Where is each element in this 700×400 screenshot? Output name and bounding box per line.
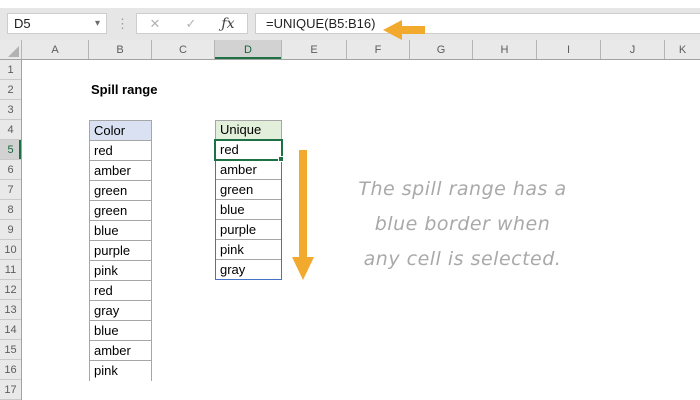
row-header-17[interactable]: 17 — [0, 380, 21, 400]
row-header-9[interactable]: 9 — [0, 220, 21, 240]
formula-input[interactable]: =UNIQUE(B5:B16) — [255, 13, 700, 34]
formula-pointer-arrow-shaft — [401, 26, 425, 34]
row-header-4[interactable]: 4 — [0, 120, 21, 140]
cell-b2-title[interactable]: Spill range — [91, 80, 157, 100]
spill-table-header-cell[interactable]: Unique — [215, 120, 282, 140]
cell-b8[interactable]: green — [90, 201, 151, 221]
cell-d8[interactable]: blue — [215, 200, 282, 220]
row-header-6[interactable]: 6 — [0, 160, 21, 180]
cell-b11[interactable]: pink — [90, 261, 151, 281]
row-header-16[interactable]: 16 — [0, 360, 21, 380]
cell-b10[interactable]: purple — [90, 241, 151, 261]
row-header-11[interactable]: 11 — [0, 260, 21, 280]
cell-b7[interactable]: green — [90, 181, 151, 201]
annotation-line-3: any cell is selected. — [363, 248, 562, 270]
column-header-j[interactable]: J — [601, 40, 665, 59]
spill-arrow-shaft — [299, 150, 307, 258]
column-header-row: A B C D E F G H I J K — [0, 40, 700, 60]
row-header-7[interactable]: 7 — [0, 180, 21, 200]
formula-pointer-arrow-icon — [383, 20, 402, 40]
annotation-note: The spill range has a blue border when a… — [345, 172, 580, 277]
row-header-14[interactable]: 14 — [0, 320, 21, 340]
cell-d9[interactable]: purple — [215, 220, 282, 240]
cell-b15[interactable]: amber — [90, 341, 151, 361]
column-header-a[interactable]: A — [22, 40, 89, 59]
cell-d5-active[interactable]: red — [215, 140, 282, 160]
formula-bar: D5 ▾ ⋮ ✕ ✓ ƒx =UNIQUE(B5:B16) — [0, 8, 700, 40]
row-header-15[interactable]: 15 — [0, 340, 21, 360]
column-header-b[interactable]: B — [89, 40, 152, 59]
column-header-g[interactable]: G — [410, 40, 473, 59]
ribbon-bottom-strip — [0, 0, 700, 8]
source-table-header-cell[interactable]: Color — [90, 121, 151, 141]
formula-bar-resize-handle: ⋮ — [116, 15, 129, 31]
cell-b12[interactable]: red — [90, 281, 151, 301]
row-header-10[interactable]: 10 — [0, 240, 21, 260]
cell-b5[interactable]: red — [90, 141, 151, 161]
column-header-i[interactable]: I — [537, 40, 601, 59]
cell-b14[interactable]: blue — [90, 321, 151, 341]
annotation-line-2: blue border when — [374, 213, 551, 235]
column-header-e[interactable]: E — [282, 40, 347, 59]
annotation-line-1: The spill range has a — [358, 178, 567, 200]
select-all-triangle-icon — [8, 46, 19, 57]
formula-text: =UNIQUE(B5:B16) — [266, 16, 376, 31]
column-header-h[interactable]: H — [473, 40, 537, 59]
source-table: Color red amber green green blue purple … — [89, 120, 152, 381]
enter-icon[interactable]: ✓ — [185, 16, 196, 32]
formula-bar-buttons: ✕ ✓ ƒx — [136, 13, 248, 34]
name-box-value: D5 — [14, 16, 31, 31]
row-header-1[interactable]: 1 — [0, 60, 21, 80]
name-box[interactable]: D5 ▾ — [7, 13, 107, 34]
insert-function-icon[interactable]: ƒx — [221, 16, 234, 32]
row-header-column: 1 2 3 4 5 6 7 8 9 10 11 12 13 14 15 16 1… — [0, 60, 22, 400]
column-header-d[interactable]: D — [215, 40, 282, 59]
column-header-c[interactable]: C — [152, 40, 215, 59]
cell-b13[interactable]: gray — [90, 301, 151, 321]
row-header-13[interactable]: 13 — [0, 300, 21, 320]
cancel-icon[interactable]: ✕ — [150, 16, 161, 32]
excel-window: D5 ▾ ⋮ ✕ ✓ ƒx =UNIQUE(B5:B16) A B C D E … — [0, 0, 700, 400]
column-header-k[interactable]: K — [665, 40, 700, 59]
cell-b6[interactable]: amber — [90, 161, 151, 181]
cell-b16[interactable]: pink — [90, 361, 151, 381]
row-header-8[interactable]: 8 — [0, 200, 21, 220]
row-header-5[interactable]: 5 — [0, 140, 21, 160]
row-header-12[interactable]: 12 — [0, 280, 21, 300]
cell-d7[interactable]: green — [215, 180, 282, 200]
row-header-2[interactable]: 2 — [0, 80, 21, 100]
row-header-3[interactable]: 3 — [0, 100, 21, 120]
chevron-down-icon[interactable]: ▾ — [95, 18, 100, 29]
cell-d11[interactable]: gray — [215, 260, 282, 280]
column-header-f[interactable]: F — [347, 40, 410, 59]
spill-arrow-icon — [292, 257, 314, 280]
select-all-corner[interactable] — [0, 40, 22, 59]
cell-d6[interactable]: amber — [215, 160, 282, 180]
cell-d10[interactable]: pink — [215, 240, 282, 260]
cell-b9[interactable]: blue — [90, 221, 151, 241]
